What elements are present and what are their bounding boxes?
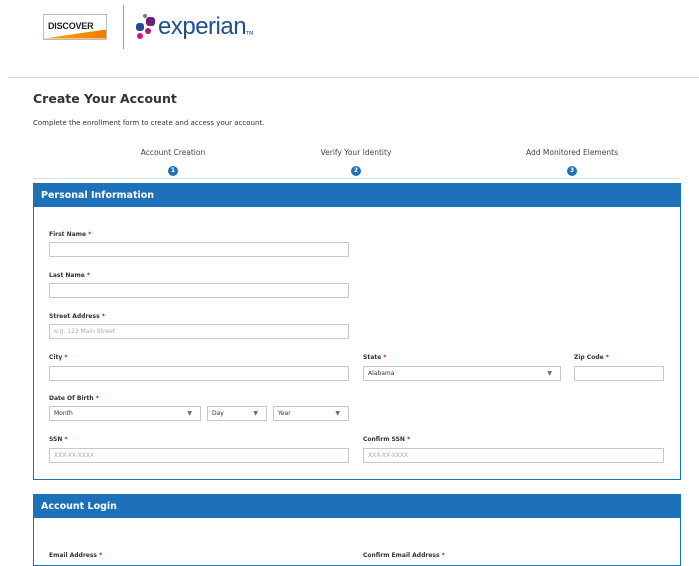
progress-steps: Account Creation 1 Verify Your Identity … bbox=[33, 148, 679, 179]
first-name-label: First Name * bbox=[49, 231, 92, 238]
step-label: Verify Your Identity bbox=[320, 148, 392, 157]
chevron-down-icon: ▼ bbox=[335, 410, 340, 417]
dob-day-select[interactable]: Day ▼ bbox=[207, 406, 267, 421]
first-name-input[interactable] bbox=[49, 242, 349, 257]
step-number-badge: 2 bbox=[351, 166, 361, 176]
city-label: City * bbox=[49, 354, 68, 361]
ssn-input[interactable]: XXX-XX-XXXX bbox=[49, 448, 349, 463]
day-selected-value: Day bbox=[212, 410, 224, 417]
step-verify-identity: Verify Your Identity 2 bbox=[256, 148, 456, 176]
confirm-email-label: Confirm Email Address * bbox=[363, 552, 445, 559]
chevron-down-icon: ▼ bbox=[547, 370, 552, 377]
zip-code-label: Zip Code * bbox=[574, 354, 609, 361]
personal-information-section: Personal Information First Name * Last N… bbox=[33, 183, 681, 480]
confirm-ssn-input[interactable]: XXX-XX-XXXX bbox=[363, 448, 664, 463]
dob-year-select[interactable]: Year ▼ bbox=[273, 406, 349, 421]
chevron-down-icon: ▼ bbox=[253, 410, 258, 417]
page-title: Create Your Account bbox=[33, 91, 177, 106]
header-logos: DISCOVER experian TM bbox=[43, 4, 253, 49]
zip-code-input[interactable] bbox=[574, 366, 664, 381]
step-number-badge: 3 bbox=[567, 166, 577, 176]
last-name-label: Last Name * bbox=[49, 272, 91, 279]
street-address-input[interactable]: e.g. 123 Main Street bbox=[49, 324, 349, 339]
experian-dots-icon bbox=[134, 13, 156, 40]
state-label: State * bbox=[363, 354, 387, 361]
step-label: Account Creation bbox=[140, 148, 206, 157]
year-selected-value: Year bbox=[278, 410, 291, 417]
month-selected-value: Month bbox=[54, 410, 73, 417]
street-address-label: Street Address * bbox=[49, 313, 105, 320]
date-of-birth-label: Date Of Birth * bbox=[49, 395, 99, 402]
header-divider bbox=[8, 77, 699, 78]
account-login-heading: Account Login bbox=[34, 495, 680, 518]
logo-divider bbox=[123, 4, 124, 49]
chevron-down-icon: ▼ bbox=[187, 410, 192, 417]
dob-month-select[interactable]: Month ▼ bbox=[49, 406, 201, 421]
account-login-section: Account Login Email Address * Confirm Em… bbox=[33, 494, 681, 566]
city-input[interactable] bbox=[49, 366, 349, 381]
state-select[interactable]: Alabama ▼ bbox=[363, 366, 561, 381]
step-account-creation: Account Creation 1 bbox=[73, 148, 273, 176]
page-subtitle: Complete the enrollment form to create a… bbox=[33, 119, 265, 127]
step-add-monitored: Add Monitored Elements 3 bbox=[472, 148, 672, 176]
confirm-ssn-label: Confirm SSN * bbox=[363, 436, 411, 443]
personal-information-heading: Personal Information bbox=[34, 184, 680, 207]
state-selected-value: Alabama bbox=[368, 370, 395, 377]
step-number-badge: 1 bbox=[168, 166, 178, 176]
experian-tm: TM bbox=[246, 31, 254, 37]
email-address-label: Email Address * bbox=[49, 552, 103, 559]
step-label: Add Monitored Elements bbox=[526, 148, 618, 157]
last-name-input[interactable] bbox=[49, 283, 349, 298]
experian-logo-text: experian bbox=[158, 12, 247, 40]
discover-logo: DISCOVER bbox=[43, 13, 107, 40]
ssn-label: SSN * bbox=[49, 436, 68, 443]
discover-logo-text: DISCOVER bbox=[48, 20, 94, 31]
